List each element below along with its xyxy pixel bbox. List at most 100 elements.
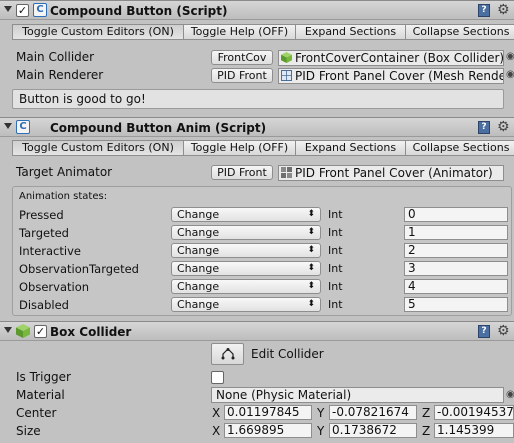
state-param-type: Int: [328, 262, 343, 275]
dropdown-arrow-icon: ⬍: [307, 299, 315, 309]
center-label: Center: [16, 406, 57, 420]
main-collider-label: Main Collider: [16, 50, 95, 64]
state-name: Interactive: [19, 244, 81, 258]
help-icon[interactable]: ?: [478, 4, 490, 17]
main-collider-dropdown[interactable]: FrontCov: [211, 50, 273, 65]
toggle-custom-editors-button[interactable]: Toggle Custom Editors (ON): [12, 24, 184, 40]
compound-button-header[interactable]: ✓ C Compound Button (Script) ? ⚙: [0, 0, 514, 20]
size-label: Size: [16, 424, 41, 438]
object-picker-icon[interactable]: ◉: [506, 50, 514, 64]
target-animator-label: Target Animator: [16, 165, 113, 179]
state-param-type: Int: [328, 280, 343, 293]
main-renderer-label: Main Renderer: [16, 68, 104, 82]
size-z-field[interactable]: 1.145399: [434, 423, 514, 438]
dropdown-arrow-icon: ⬍: [307, 209, 315, 219]
help-icon[interactable]: ?: [478, 325, 490, 338]
center-y-label: Y: [317, 406, 325, 420]
state-name: Targeted: [19, 226, 69, 240]
center-z-label: Z: [422, 406, 431, 420]
state-param-type: Int: [328, 226, 343, 239]
dropdown-arrow-icon: ⬍: [307, 227, 315, 237]
animator-icon: [281, 167, 292, 178]
state-value-field[interactable]: 1: [404, 225, 508, 240]
gear-icon[interactable]: ⚙: [497, 3, 510, 17]
fold-arrow-icon[interactable]: [4, 123, 12, 129]
state-value-field[interactable]: 4: [404, 279, 508, 294]
is-trigger-checkbox[interactable]: [211, 371, 224, 384]
state-param-type: Int: [328, 298, 343, 311]
component-title: Box Collider: [50, 325, 132, 339]
fold-arrow-icon[interactable]: [4, 6, 12, 12]
edit-collider-icon: [221, 348, 234, 360]
help-icon[interactable]: ?: [478, 121, 490, 134]
expand-sections-button[interactable]: Expand Sections: [295, 24, 406, 40]
collapse-sections-button[interactable]: Collapse Sections: [405, 24, 514, 40]
mesh-renderer-icon: [281, 70, 292, 81]
status-message: Button is good to go!: [12, 89, 504, 109]
center-y-field[interactable]: -0.07821674: [329, 405, 417, 420]
object-picker-icon[interactable]: ◉: [506, 388, 514, 402]
edit-collider-label: Edit Collider: [251, 347, 324, 361]
gear-icon[interactable]: ⚙: [497, 324, 510, 338]
size-x-field[interactable]: 1.669895: [224, 423, 312, 438]
gear-icon[interactable]: ⚙: [497, 120, 510, 134]
size-z-label: Z: [422, 424, 431, 438]
dropdown-arrow-icon: ⬍: [307, 245, 315, 255]
state-name: Disabled: [19, 298, 69, 312]
component-title: Compound Button Anim (Script): [50, 121, 267, 135]
collapse-sections-button[interactable]: Collapse Sections: [405, 140, 514, 156]
object-picker-icon[interactable]: ◉: [506, 68, 514, 82]
state-value-field[interactable]: 5: [404, 297, 508, 312]
state-value-field[interactable]: 2: [404, 243, 508, 258]
size-x-label: X: [212, 424, 221, 438]
is-trigger-label: Is Trigger: [16, 370, 71, 384]
component-title: Compound Button (Script): [50, 4, 228, 18]
state-action-value: Change: [177, 226, 220, 239]
center-x-field[interactable]: 0.01197845: [224, 405, 312, 420]
state-value-field[interactable]: 3: [404, 261, 508, 276]
main-renderer-dropdown[interactable]: PID Front: [211, 68, 273, 83]
state-action-dropdown[interactable]: Change ⬍: [171, 225, 321, 240]
box-collider-icon: [281, 52, 292, 63]
state-param-type: Int: [328, 208, 343, 221]
state-action-value: Change: [177, 208, 220, 221]
material-value: None (Physic Material): [216, 388, 352, 402]
toggle-help-button[interactable]: Toggle Help (OFF): [183, 140, 296, 156]
state-name: Pressed: [19, 208, 64, 222]
state-param-type: Int: [328, 244, 343, 257]
toggle-custom-editors-button[interactable]: Toggle Custom Editors (ON): [12, 140, 184, 156]
toggle-help-button[interactable]: Toggle Help (OFF): [183, 24, 296, 40]
state-name: Observation: [19, 280, 90, 294]
csharp-script-icon: C: [16, 120, 30, 134]
state-value-field[interactable]: 0: [404, 207, 508, 222]
size-y-field[interactable]: 0.1738672: [329, 423, 417, 438]
main-collider-value: FrontCoverContainer (Box Collider): [295, 51, 504, 65]
main-renderer-value: PID Front Panel Cover (Mesh Render: [295, 69, 504, 83]
state-action-dropdown[interactable]: Change ⬍: [171, 297, 321, 312]
compound-button-anim-header[interactable]: C Compound Button Anim (Script) ? ⚙: [0, 117, 514, 137]
enabled-checkbox[interactable]: ✓: [16, 4, 29, 17]
enabled-checkbox[interactable]: ✓: [34, 325, 47, 338]
state-action-dropdown[interactable]: Change ⬍: [171, 207, 321, 222]
state-action-value: Change: [177, 262, 220, 275]
state-action-dropdown[interactable]: Change ⬍: [171, 261, 321, 276]
expand-sections-button[interactable]: Expand Sections: [295, 140, 406, 156]
main-renderer-field[interactable]: PID Front Panel Cover (Mesh Render: [278, 68, 504, 84]
target-animator-dropdown[interactable]: PID Front: [211, 165, 273, 180]
material-label: Material: [16, 388, 65, 402]
center-z-field[interactable]: -0.0019453766: [434, 405, 514, 420]
material-field[interactable]: None (Physic Material): [211, 387, 504, 403]
state-action-value: Change: [177, 298, 220, 311]
state-action-value: Change: [177, 280, 220, 293]
target-animator-field[interactable]: PID Front Panel Cover (Animator): [278, 165, 504, 181]
target-animator-value: PID Front Panel Cover (Animator): [295, 166, 493, 180]
main-collider-field[interactable]: FrontCoverContainer (Box Collider): [278, 50, 504, 66]
animation-states-heading: Animation states:: [19, 191, 108, 202]
state-action-dropdown[interactable]: Change ⬍: [171, 243, 321, 258]
state-name: ObservationTargeted: [19, 262, 139, 276]
box-collider-header[interactable]: ✓ Box Collider ? ⚙: [0, 321, 514, 341]
state-action-dropdown[interactable]: Change ⬍: [171, 279, 321, 294]
fold-arrow-icon[interactable]: [4, 327, 12, 333]
state-action-value: Change: [177, 244, 220, 257]
edit-collider-button[interactable]: [211, 343, 244, 365]
